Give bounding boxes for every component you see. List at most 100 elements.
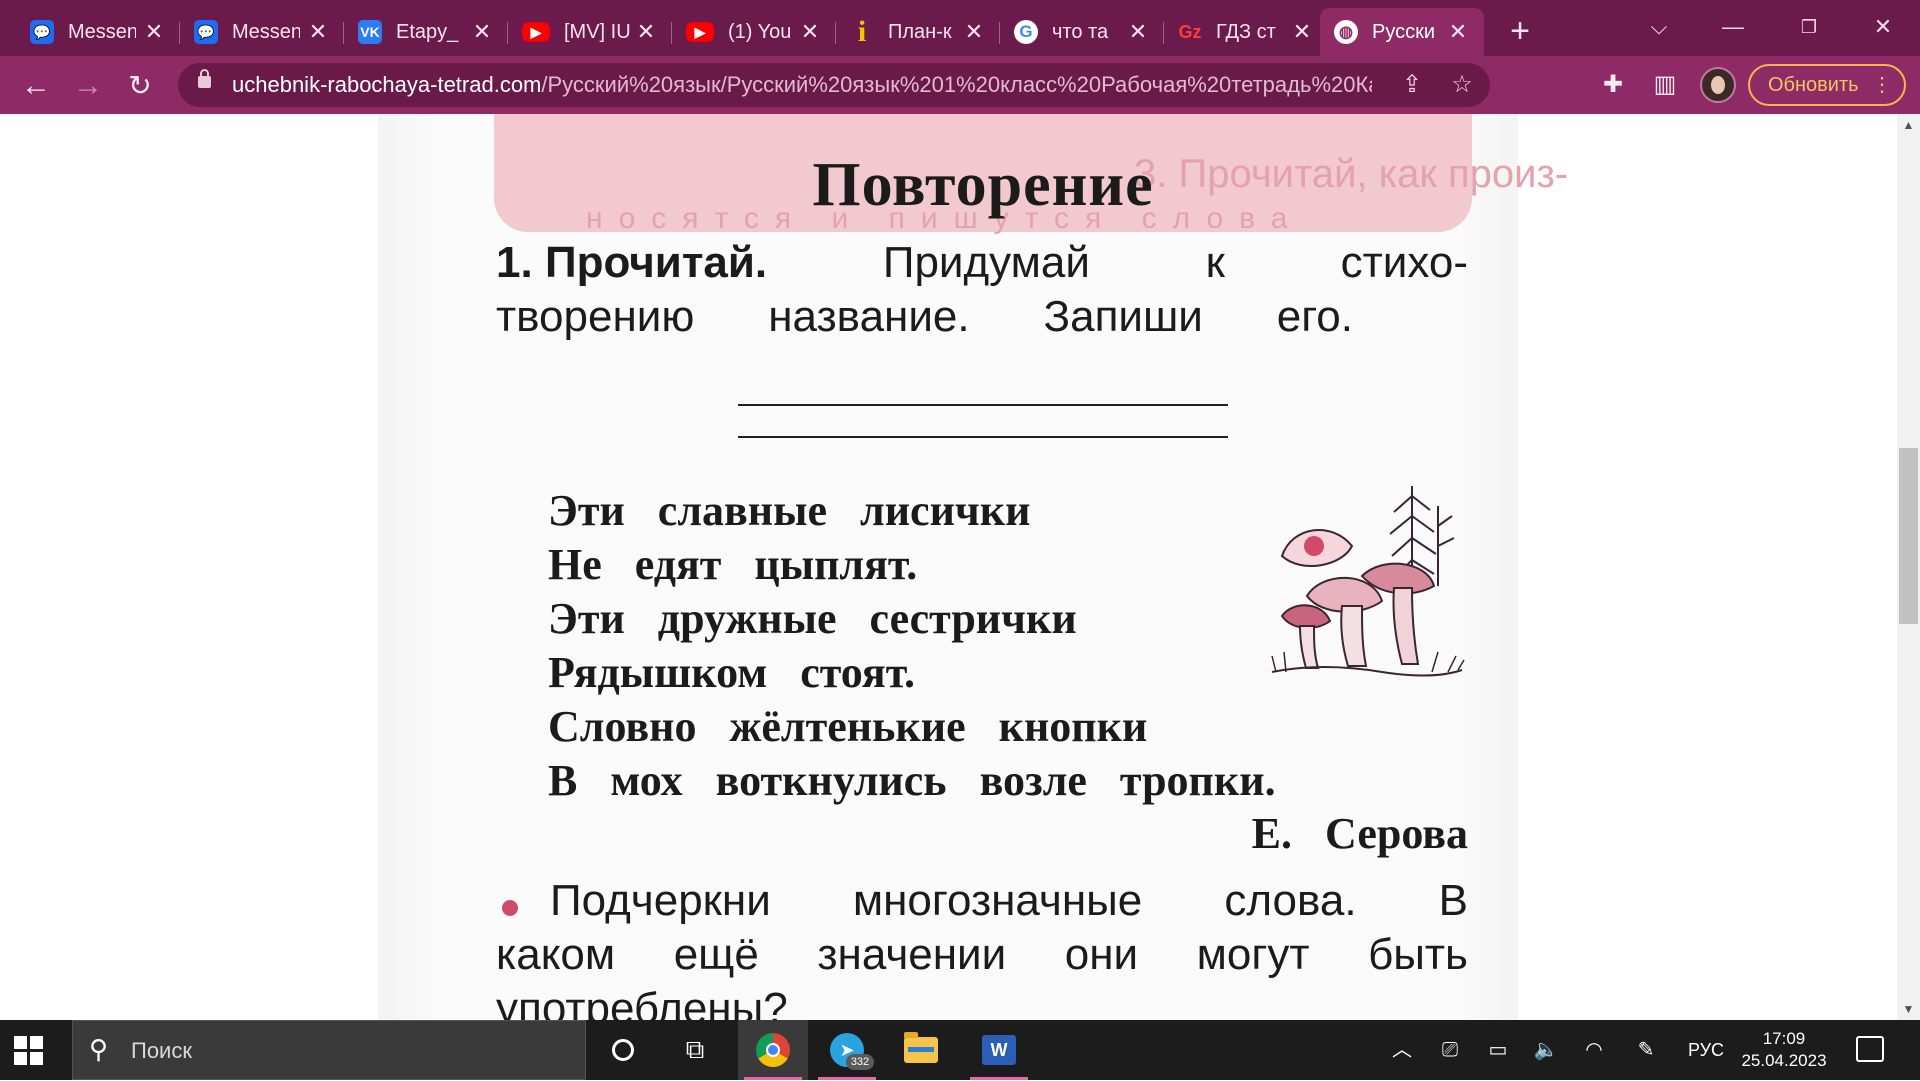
side-panel-icon[interactable]: ▥ <box>1650 70 1680 100</box>
poem-line: Эти славные лисички <box>548 486 1031 535</box>
taskbar-word[interactable]: W <box>964 1020 1034 1080</box>
close-icon[interactable]: ✕ <box>798 20 822 44</box>
task-view-button[interactable]: ⧉ <box>660 1020 730 1080</box>
cortana-circle-icon <box>612 1039 634 1061</box>
close-icon[interactable]: ✕ <box>1446 20 1470 44</box>
bookmark-star-icon[interactable]: ☆ <box>1448 71 1476 99</box>
tab-title: ГДЗ ст <box>1216 20 1276 43</box>
close-icon[interactable]: ✕ <box>962 20 986 44</box>
vk-icon: VK <box>358 20 382 44</box>
tab-search-chevron-icon[interactable]: ⌵ <box>1636 10 1682 44</box>
close-icon[interactable]: ✕ <box>470 20 494 44</box>
answer-line-1 <box>738 404 1228 406</box>
tab-strip: 💬 Messenger ✕ 💬 Messenger ✕ VK Etapy_ ✕ … <box>0 0 1920 56</box>
tab-youtube-1[interactable]: ▶ [MV] IU ✕ <box>508 8 672 56</box>
screen-record-icon[interactable]: ⎚ <box>1436 1036 1464 1064</box>
taskbar-clock[interactable]: 17:09 25.04.2023 <box>1740 1028 1828 1072</box>
tab-vk[interactable]: VK Etapy_ ✕ <box>344 8 508 56</box>
info-icon: i <box>857 15 867 48</box>
youtube-icon: ▶ <box>686 22 714 42</box>
google-icon: G <box>1014 20 1038 44</box>
tab-title: План-к <box>888 20 952 43</box>
poem-line: В мох воткнулись возле тропки. <box>548 756 1276 805</box>
tab-title: (1) You <box>728 20 792 43</box>
tab-plan[interactable]: i План-к ✕ <box>836 8 1000 56</box>
windows-start-button[interactable] <box>14 1036 44 1066</box>
close-icon[interactable]: ✕ <box>1126 20 1150 44</box>
lock-icon[interactable] <box>198 69 211 88</box>
reload-button[interactable]: ↻ <box>120 66 160 106</box>
tab-title: [MV] IU <box>564 20 631 43</box>
task-line-1: 1. Прочитай. Придумай к стихо- <box>496 238 1468 287</box>
more-menu-icon[interactable]: ⋮ <box>1872 66 1892 104</box>
chrome-icon <box>756 1033 790 1067</box>
show-hidden-icons-chevron-icon[interactable]: ︿ <box>1388 1036 1416 1064</box>
language-indicator[interactable]: РУС <box>1688 1020 1724 1080</box>
cortana-button[interactable] <box>588 1020 658 1080</box>
extensions-puzzle-icon[interactable]: ✚ <box>1598 70 1628 100</box>
search-placeholder: Поиск <box>131 1038 192 1063</box>
tab-messenger-2[interactable]: 💬 Messenger ✕ <box>180 8 344 56</box>
page-content: 3. Прочитай, как произ- носятся и пишутс… <box>0 114 1897 1020</box>
back-button[interactable]: ← <box>16 66 56 106</box>
tab-title: Messenger <box>68 20 136 43</box>
scroll-down-arrow-icon[interactable]: ▼ <box>1897 998 1920 1020</box>
new-tab-button[interactable]: + <box>1502 14 1538 50</box>
share-icon[interactable]: ⇪ <box>1398 71 1426 99</box>
gdz-icon: Gz <box>1178 21 1202 42</box>
close-icon[interactable]: ✕ <box>634 20 658 44</box>
task-line-2: творению название. Запиши его. <box>496 292 1353 341</box>
tab-google[interactable]: G что та ✕ <box>1000 8 1164 56</box>
question-line-2: каком ещё значении они могут быть <box>496 930 1468 979</box>
wifi-icon[interactable]: ◠ <box>1580 1036 1608 1064</box>
folder-icon <box>904 1032 938 1063</box>
taskbar-chrome[interactable] <box>738 1020 808 1080</box>
forward-button[interactable]: → <box>68 66 108 106</box>
tab-title: Messenger <box>232 20 300 43</box>
scrollbar-thumb[interactable] <box>1899 448 1918 624</box>
tab-gdz[interactable]: Gz ГДЗ ст ✕ <box>1164 8 1328 56</box>
tab-russian-active[interactable]: ◍ Русски ✕ <box>1320 8 1484 56</box>
poem-line: Эти дружные сестрички <box>548 594 1077 643</box>
messenger-icon: 💬 <box>30 20 54 44</box>
telegram-badge: 332 <box>846 1054 874 1070</box>
poem-line: Не едят цыплят. <box>548 540 918 589</box>
tab-youtube-2[interactable]: ▶ (1) You ✕ <box>672 8 836 56</box>
taskbar-telegram[interactable]: ➤ 332 <box>812 1020 882 1080</box>
taskbar-file-explorer[interactable] <box>886 1020 956 1080</box>
scroll-up-arrow-icon[interactable]: ▲ <box>1897 114 1920 136</box>
tab-title: Etapy_ <box>396 20 459 43</box>
close-icon[interactable]: ✕ <box>142 20 166 44</box>
poem-author: Е. Серова <box>1251 809 1468 858</box>
volume-icon[interactable]: 🔈 <box>1532 1036 1560 1064</box>
task-view-icon: ⧉ <box>685 1034 705 1064</box>
profile-avatar[interactable] <box>1700 67 1736 103</box>
messenger-icon: 💬 <box>194 20 218 44</box>
url-text[interactable]: uchebnik-rabochaya-tetrad.com/Русский%20… <box>232 63 1372 107</box>
task-instruction: 1. Прочитай. Придумай к стихо- творению … <box>496 236 1468 344</box>
notification-center-icon[interactable] <box>1856 1036 1884 1062</box>
address-bar[interactable]: uchebnik-rabochaya-tetrad.com/Русский%20… <box>178 63 1490 107</box>
minimize-button[interactable]: — <box>1710 10 1756 44</box>
word-icon: W <box>982 1035 1016 1065</box>
battery-icon[interactable]: ▭ <box>1484 1036 1512 1064</box>
answer-line-2 <box>738 436 1228 438</box>
browser-toolbar: ← → ↻ uchebnik-rabochaya-tetrad.com/Русс… <box>0 56 1920 114</box>
clock-date: 25.04.2023 <box>1741 1051 1827 1070</box>
page-scrollbar[interactable]: ▲ ▼ <box>1897 114 1920 1020</box>
close-icon[interactable]: ✕ <box>306 20 330 44</box>
close-icon[interactable]: ✕ <box>1290 20 1314 44</box>
tab-messenger-1[interactable]: 💬 Messenger ✕ <box>16 8 180 56</box>
restore-button[interactable]: ❐ <box>1786 10 1832 44</box>
question-line-1: Подчеркни многозначные слова. В <box>550 876 1468 925</box>
search-icon: ⚲ <box>89 1034 109 1064</box>
pen-icon[interactable]: ✎ <box>1632 1036 1660 1064</box>
poem-line: Рядышком стоят. <box>548 648 916 697</box>
close-window-button[interactable]: ✕ <box>1860 10 1906 44</box>
taskbar-search-box[interactable]: ⚲ Поиск <box>72 1020 586 1080</box>
tab-title: что та <box>1052 20 1109 43</box>
question-text: Подчеркни многозначные слова. В каком ещ… <box>496 874 1468 1020</box>
page-title: Повторение <box>812 151 1154 219</box>
update-button[interactable]: Обновить ⋮ <box>1748 64 1906 106</box>
poem-line: Словно жёлтенькие кнопки <box>548 702 1148 751</box>
